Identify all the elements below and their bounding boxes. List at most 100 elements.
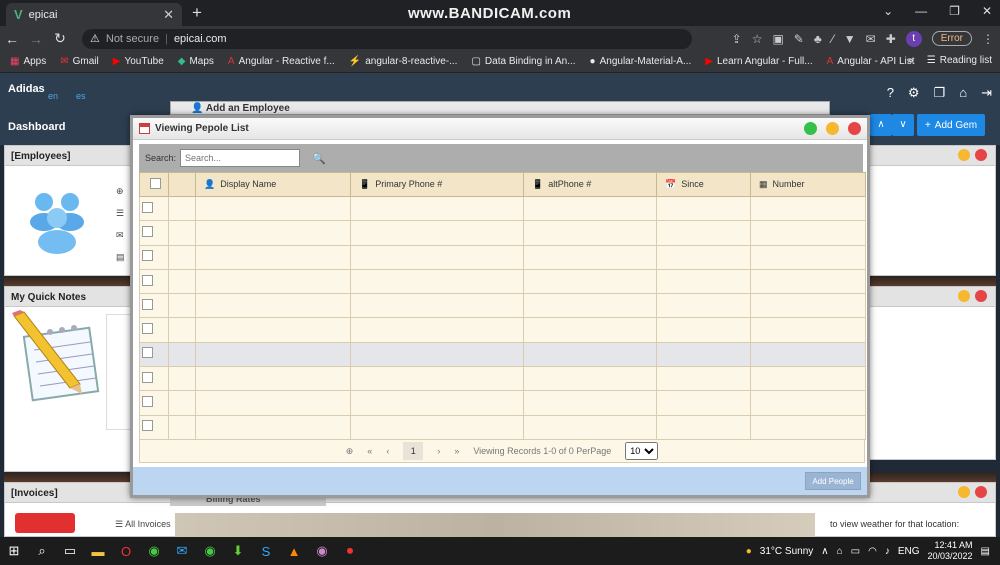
windows-start-icon[interactable]: ⊞ — [0, 543, 28, 559]
weather-text[interactable]: 31°C Sunny — [760, 546, 813, 557]
forward-icon[interactable]: → — [24, 31, 48, 47]
table-row[interactable] — [139, 220, 866, 246]
mail-icon[interactable]: ✉ — [168, 543, 196, 559]
home-icon[interactable]: ⌂ — [959, 85, 967, 101]
window-close-icon[interactable]: ✕ — [982, 4, 992, 18]
row-checkbox[interactable] — [142, 347, 153, 359]
skype-icon[interactable]: S — [252, 544, 280, 559]
clock[interactable]: 12:41 AM 20/03/2022 — [928, 540, 973, 562]
copy-icon[interactable]: ❐ — [934, 85, 946, 101]
opera-icon[interactable]: O — [112, 544, 140, 559]
notification-icon[interactable]: ▤ — [981, 546, 990, 557]
row-checkbox[interactable] — [142, 250, 153, 262]
column-alt-phone[interactable]: 📱 altPhone # — [523, 172, 657, 197]
omnibox[interactable]: ⚠ Not secure | epicai.com — [82, 28, 692, 49]
mail-icon[interactable]: ✉ — [116, 224, 125, 246]
bookmark-angular-material[interactable]: ● Angular-Material-A... — [590, 56, 692, 67]
bookmark-angular-api[interactable]: A Angular - API List — [827, 56, 915, 67]
row-checkbox[interactable] — [142, 420, 153, 432]
add-gem-button[interactable]: + Add Gem — [917, 114, 985, 136]
new-tab-button[interactable]: + — [192, 3, 202, 23]
tab-close-icon[interactable]: ✕ — [163, 7, 174, 23]
minimize-dot[interactable] — [958, 486, 970, 498]
table-row[interactable] — [139, 244, 866, 270]
row-checkbox[interactable] — [142, 396, 153, 408]
column-number[interactable]: ▦ Number — [750, 172, 866, 197]
mail-icon[interactable]: ✉ — [866, 32, 876, 46]
tray-chevron-icon[interactable]: ∧ — [821, 546, 828, 557]
bookmark-youtube[interactable]: ▶ YouTube — [113, 56, 164, 67]
row-checkbox[interactable] — [142, 201, 153, 213]
search-icon[interactable]: ⌕ — [28, 543, 56, 559]
menu-kebab-icon[interactable]: ⋮ — [982, 32, 994, 46]
close-dot[interactable] — [975, 486, 987, 498]
prev-page-icon[interactable]: ‹ — [386, 446, 389, 456]
bookmark-data-binding[interactable]: ▢ Data Binding in An... — [471, 56, 575, 67]
input-language[interactable]: ENG — [898, 546, 920, 557]
bookmark-gmail[interactable]: ✉ Gmail — [60, 56, 99, 67]
lang-en-link[interactable]: en — [48, 91, 58, 101]
back-icon[interactable]: ← — [0, 31, 24, 47]
extension-icon[interactable]: ⁄ — [832, 32, 834, 46]
all-invoices-link[interactable]: ☰ All Invoices — [115, 519, 171, 530]
volume-icon[interactable]: ♪ — [885, 546, 890, 557]
table-row[interactable] — [139, 293, 866, 319]
minimize-dot[interactable] — [958, 290, 970, 302]
restore-icon[interactable]: ❐ — [949, 4, 960, 18]
extension-icon[interactable]: ♣ — [814, 32, 822, 46]
table-row[interactable] — [139, 195, 866, 222]
column-primary-phone[interactable]: 📱 Primary Phone # — [350, 172, 524, 197]
close-dot[interactable] — [975, 290, 987, 302]
puzzle-icon[interactable]: ✚ — [886, 32, 896, 46]
row-checkbox[interactable] — [142, 371, 153, 383]
extension-icon[interactable]: ▣ — [772, 32, 783, 46]
column-since[interactable]: 📅 Since — [656, 172, 751, 197]
bookmark-maps[interactable]: ◆ Maps — [178, 56, 214, 67]
last-page-icon[interactable]: » — [454, 446, 459, 456]
torrent-icon[interactable]: ⬇ — [224, 543, 252, 559]
battery-icon[interactable]: ▭ — [851, 546, 860, 557]
table-row[interactable] — [139, 317, 866, 343]
globe-icon[interactable]: ⊕ — [346, 446, 354, 457]
logout-icon[interactable]: ⇥ — [981, 85, 992, 101]
vlc-icon[interactable]: ▲ — [280, 544, 308, 559]
add-people-button[interactable]: Add People — [805, 472, 861, 490]
table-row[interactable] — [139, 390, 866, 416]
chevron-up-icon[interactable]: ∧ — [870, 114, 892, 136]
bookmark-apps[interactable]: ▦ Apps — [10, 56, 46, 67]
table-row[interactable] — [139, 268, 866, 295]
bookmark-angular-8[interactable]: ⚡ angular-8-reactive-... — [349, 56, 458, 67]
search-input[interactable] — [180, 149, 301, 167]
first-page-icon[interactable]: « — [367, 446, 372, 456]
close-dot[interactable] — [848, 122, 861, 135]
column-display-name[interactable]: 👤 Display Name — [195, 172, 351, 197]
reload-icon[interactable]: ↻ — [48, 30, 72, 47]
error-button[interactable]: Error — [931, 31, 972, 46]
table-row[interactable] — [139, 366, 866, 392]
row-checkbox[interactable] — [142, 274, 153, 286]
next-page-icon[interactable]: › — [437, 446, 440, 456]
reading-list-button[interactable]: » ☰ Reading list — [908, 55, 992, 66]
bookmark-learn-angular[interactable]: ▶ Learn Angular - Full... — [705, 56, 812, 67]
tab-search-icon[interactable]: ⌄ — [883, 4, 893, 18]
settings-gear-icon[interactable]: ⚙ — [908, 85, 920, 101]
select-all-checkbox[interactable] — [150, 178, 161, 189]
chrome-icon[interactable]: ◉ — [140, 543, 168, 559]
table-row[interactable] — [139, 341, 866, 368]
record-icon[interactable]: ⏺ — [336, 543, 364, 559]
row-checkbox[interactable] — [142, 225, 153, 237]
network-icon[interactable]: ⌂ — [837, 546, 843, 557]
minimize-dot[interactable] — [826, 122, 839, 135]
per-page-select[interactable]: 10 — [625, 442, 659, 460]
row-checkbox[interactable] — [142, 298, 153, 310]
minimize-dot[interactable] — [958, 149, 970, 161]
close-dot[interactable] — [975, 149, 987, 161]
wifi-icon[interactable]: ◠ — [868, 546, 877, 557]
maximize-dot[interactable] — [804, 122, 817, 135]
document-icon[interactable]: ▤ — [116, 246, 125, 268]
task-view-icon[interactable]: ▭ — [56, 543, 84, 559]
table-row[interactable] — [139, 414, 866, 440]
help-icon[interactable]: ? — [887, 85, 894, 101]
profile-avatar[interactable]: t — [905, 30, 922, 47]
share-icon[interactable]: ⇪ — [732, 32, 742, 46]
